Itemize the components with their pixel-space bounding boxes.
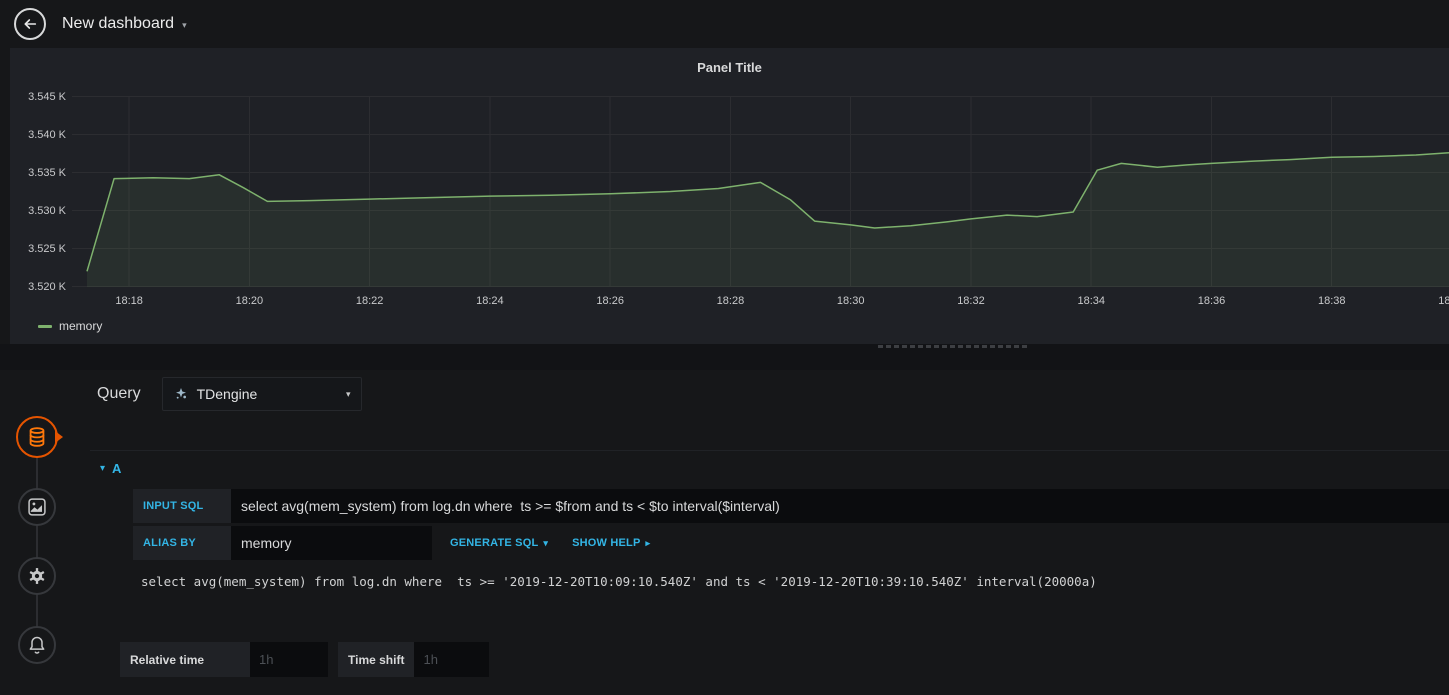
- x-tick-label: 18:26: [596, 295, 624, 307]
- panel-resize-strip: [0, 344, 1449, 370]
- generate-sql-button[interactable]: GENERATE SQL ▾: [444, 526, 554, 560]
- legend: memory: [38, 319, 102, 333]
- y-axis: 3.545 K 3.540 K 3.535 K 3.530 K 3.525 K 3.520…: [10, 91, 66, 293]
- y-tick-label: 3.540 K: [28, 128, 66, 141]
- datasource-picker[interactable]: TDengine ▾: [161, 377, 362, 411]
- input-sql-field[interactable]: [231, 489, 1449, 523]
- collapse-icon[interactable]: ▾: [100, 463, 105, 474]
- chart-icon: [28, 498, 46, 516]
- generated-sql-text: select avg(mem_system) from log.dn where…: [141, 574, 1097, 589]
- relative-time-label: Relative time: [120, 642, 250, 677]
- query-options-row: Relative time Time shift: [120, 642, 490, 677]
- x-tick-label: 18:28: [716, 295, 745, 307]
- show-help-label: SHOW HELP: [572, 537, 641, 549]
- x-tick-label: 18:20: [235, 295, 264, 307]
- time-shift-input[interactable]: [414, 642, 490, 677]
- query-header: Query TDengine ▾: [97, 377, 362, 411]
- datasource-name: TDengine: [196, 386, 258, 402]
- database-icon: [29, 427, 45, 447]
- arrow-left-icon: [24, 19, 37, 29]
- relative-time-input[interactable]: [250, 642, 328, 677]
- panel-title[interactable]: Panel Title: [10, 60, 1449, 75]
- panel-editor: Query TDengine ▾ ▾ A INPUT SQL ALIAS BY …: [0, 370, 1449, 695]
- chevron-down-icon: ▾: [543, 537, 549, 548]
- x-tick-label: 18:24: [476, 295, 504, 307]
- x-tick-label: 18:30: [836, 295, 865, 307]
- legend-series-label[interactable]: memory: [59, 319, 102, 333]
- x-axis: 18:18 18:20 18:22 18:24 18:26 18:28 18:30 18:32…: [72, 295, 1449, 309]
- tab-visualization[interactable]: [18, 488, 56, 526]
- tdengine-logo-icon: [175, 388, 186, 399]
- gear-icon: [29, 568, 45, 584]
- y-tick-label: 3.520 K: [28, 280, 66, 293]
- input-sql-row: INPUT SQL: [133, 489, 1449, 523]
- alias-by-row: ALIAS BY GENERATE SQL ▾ SHOW HELP ▸: [133, 526, 1449, 560]
- chevron-right-icon: ▸: [645, 537, 651, 548]
- x-tick-label: 18:38: [1317, 295, 1346, 307]
- query-row-header[interactable]: ▾ A: [90, 450, 1449, 486]
- query-section-label: Query: [97, 385, 141, 402]
- plot-area[interactable]: [72, 96, 1449, 287]
- x-tick-label: 18:18: [115, 295, 143, 307]
- chevron-down-icon[interactable]: ▾: [182, 17, 187, 31]
- show-help-button[interactable]: SHOW HELP ▸: [566, 526, 656, 560]
- x-tick-label: 18:36: [1197, 295, 1226, 307]
- x-tick-label: 18:40: [1438, 295, 1449, 307]
- query-ref-id: A: [112, 461, 122, 476]
- alias-by-label: ALIAS BY: [133, 526, 231, 560]
- top-navigation-bar: New dashboard ▾: [0, 0, 1449, 48]
- tab-rail-connector: [36, 437, 38, 645]
- y-tick-label: 3.535 K: [28, 166, 66, 179]
- back-button[interactable]: [14, 8, 46, 40]
- y-tick-label: 3.530 K: [28, 204, 66, 217]
- y-tick-label: 3.545 K: [28, 90, 66, 103]
- tab-queries[interactable]: [16, 416, 63, 458]
- x-tick-label: 18:22: [355, 295, 384, 307]
- time-shift-label: Time shift: [338, 642, 415, 677]
- horizontal-scrollbar[interactable]: [878, 345, 1028, 348]
- legend-color-swatch[interactable]: [38, 324, 52, 328]
- graph-panel: Panel Title 3.545 K 3.540 K 3.535 K 3.530 K…: [10, 48, 1449, 344]
- x-tick-label: 18:32: [957, 295, 985, 307]
- chevron-down-icon: ▾: [346, 388, 351, 399]
- generate-sql-label: GENERATE SQL: [450, 537, 539, 549]
- dashboard-title[interactable]: New dashboard: [62, 15, 174, 33]
- y-tick-label: 3.525 K: [28, 242, 66, 255]
- tab-alert[interactable]: [18, 626, 56, 664]
- tab-general[interactable]: [18, 557, 56, 595]
- bell-icon: [29, 636, 45, 654]
- timeseries-chart: [72, 96, 1449, 287]
- x-tick-label: 18:34: [1077, 295, 1105, 307]
- alias-by-field[interactable]: [231, 526, 432, 560]
- input-sql-label: INPUT SQL: [133, 489, 231, 523]
